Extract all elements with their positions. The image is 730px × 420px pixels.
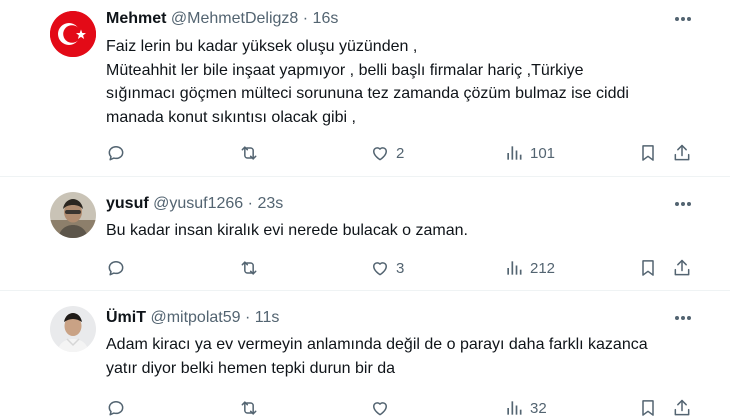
action-bar: 32 xyxy=(106,397,706,419)
more-button[interactable] xyxy=(672,194,694,214)
more-horizontal-icon xyxy=(675,17,691,21)
retweet-icon xyxy=(241,401,257,415)
user-handle[interactable]: @mitpolat59 xyxy=(150,309,240,326)
bookmark-button[interactable] xyxy=(638,257,658,279)
tweet-header: yusuf @yusuf1266 · 23s xyxy=(106,194,283,214)
avatar[interactable] xyxy=(50,11,96,57)
reply-icon xyxy=(108,261,124,276)
tweet-umit[interactable]: ÜmiT @mitpolat59 · 11s Adam kiracı ya ev… xyxy=(0,291,730,420)
more-button[interactable] xyxy=(672,308,694,328)
separator: · xyxy=(247,195,253,212)
display-name[interactable]: Mehmet xyxy=(106,10,166,27)
views-icon xyxy=(507,261,522,275)
heart-icon xyxy=(373,262,387,276)
tweet-text: Adam kiracı ya ev vermeyin anlamında değ… xyxy=(106,336,648,377)
share-icon xyxy=(674,259,690,276)
retweet-button[interactable] xyxy=(238,257,260,279)
reply-button[interactable] xyxy=(106,397,126,419)
separator: · xyxy=(302,10,309,27)
heart-icon xyxy=(373,147,387,161)
like-button[interactable]: 3 xyxy=(370,257,404,279)
like-button[interactable] xyxy=(370,397,396,419)
separator: · xyxy=(244,309,251,326)
views-icon xyxy=(507,146,522,160)
view-count: 212 xyxy=(530,259,556,277)
more-horizontal-icon xyxy=(675,202,691,206)
reply-feed: Mehmet @MehmetDeligz8 · 16s Faiz lerin b… xyxy=(0,0,730,420)
tweet-text: Faiz lerin bu kadar yüksek oluşu yüzünde… xyxy=(106,38,629,126)
like-count: 2 xyxy=(396,144,405,162)
avatar[interactable] xyxy=(50,306,96,352)
tweet-mehmet[interactable]: Mehmet @MehmetDeligz8 · 16s Faiz lerin b… xyxy=(0,0,730,176)
bookmark-icon xyxy=(642,400,654,416)
bookmark-button[interactable] xyxy=(638,397,658,419)
retweet-button[interactable] xyxy=(238,142,260,164)
bookmark-icon xyxy=(642,260,654,276)
user-photo-avatar xyxy=(50,306,96,352)
views-button[interactable]: 212 xyxy=(504,257,555,279)
like-count: 3 xyxy=(396,259,405,277)
turkey-flag-avatar xyxy=(50,11,96,57)
views-button[interactable]: 32 xyxy=(504,397,547,419)
share-icon xyxy=(674,144,690,161)
action-bar: 2 101 xyxy=(106,142,706,164)
view-count: 101 xyxy=(530,144,556,162)
more-button[interactable] xyxy=(672,9,694,29)
retweet-button[interactable] xyxy=(238,397,260,419)
views-icon xyxy=(507,401,522,415)
retweet-icon xyxy=(241,261,257,275)
share-button[interactable] xyxy=(672,142,692,164)
reply-button[interactable] xyxy=(106,257,126,279)
user-handle[interactable]: @MehmetDeligz8 xyxy=(171,10,298,27)
tweet-text: Bu kadar insan kiralık evi nerede bulaca… xyxy=(106,222,468,239)
view-count: 32 xyxy=(530,399,547,417)
bookmark-icon xyxy=(642,145,654,161)
reply-icon xyxy=(108,146,124,161)
action-bar: 3 212 xyxy=(106,257,706,279)
tweet-yusuf[interactable]: yusuf @yusuf1266 · 23s Bu kadar insan ki… xyxy=(0,177,730,290)
avatar[interactable] xyxy=(50,192,96,238)
heart-icon xyxy=(373,402,387,416)
display-name[interactable]: ÜmiT xyxy=(106,309,146,326)
retweet-icon xyxy=(241,146,257,160)
views-button[interactable]: 101 xyxy=(504,142,555,164)
timestamp[interactable]: 11s xyxy=(255,309,280,326)
user-handle[interactable]: @yusuf1266 xyxy=(153,195,243,212)
reply-button[interactable] xyxy=(106,142,126,164)
share-icon xyxy=(674,399,690,416)
like-button[interactable]: 2 xyxy=(370,142,404,164)
timestamp[interactable]: 23s xyxy=(257,195,283,212)
reply-icon xyxy=(108,401,124,416)
share-button[interactable] xyxy=(672,397,692,419)
timestamp[interactable]: 16s xyxy=(313,10,339,27)
more-horizontal-icon xyxy=(675,316,691,320)
tweet-header: ÜmiT @mitpolat59 · 11s xyxy=(106,308,279,328)
user-photo-avatar xyxy=(50,192,96,238)
display-name[interactable]: yusuf xyxy=(106,195,149,212)
tweet-header: Mehmet @MehmetDeligz8 · 16s xyxy=(106,9,338,29)
share-button[interactable] xyxy=(672,257,692,279)
bookmark-button[interactable] xyxy=(638,142,658,164)
